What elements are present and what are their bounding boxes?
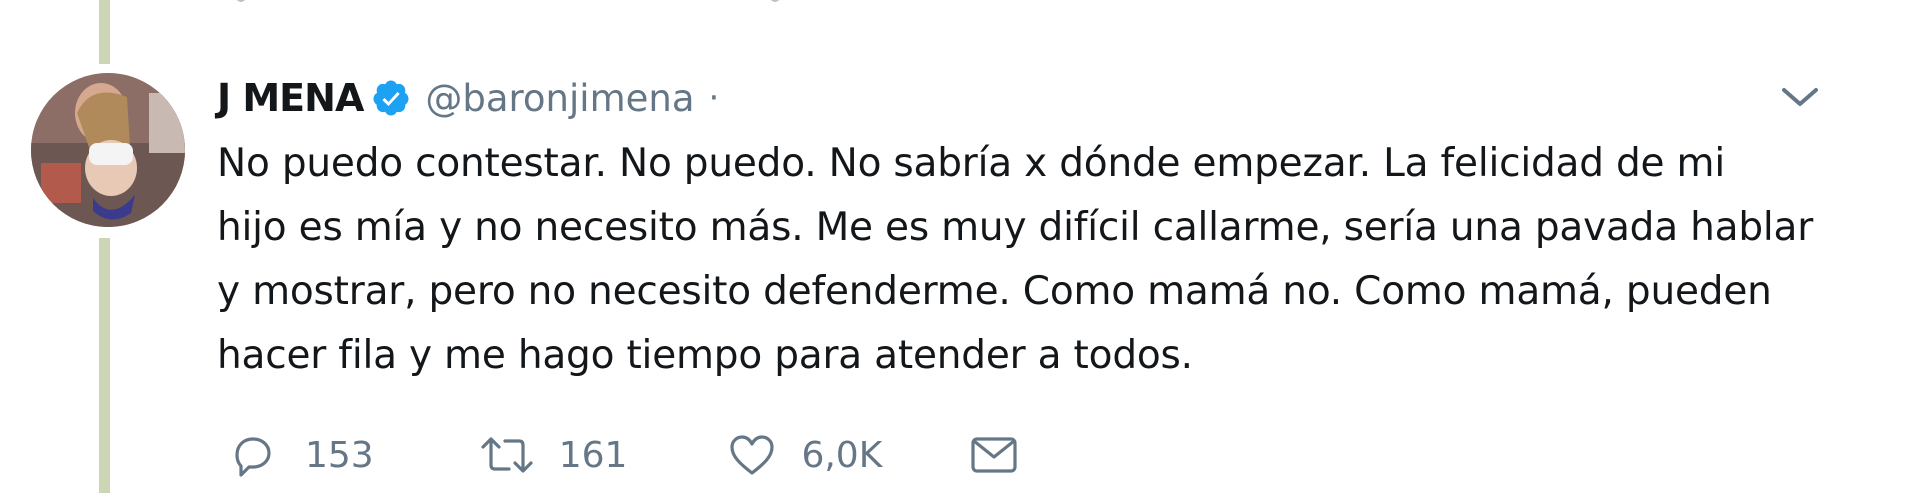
- like-button[interactable]: 6,0K: [727, 431, 882, 479]
- like-count: 6,0K: [801, 434, 883, 476]
- display-name[interactable]: J MENA: [217, 76, 364, 120]
- header-separator: ·: [708, 78, 720, 118]
- user-handle[interactable]: @baronjimena: [425, 77, 694, 120]
- direct-message-icon: [968, 431, 1020, 479]
- thread-connector-bottom: [99, 238, 110, 493]
- avatar-image: [31, 73, 185, 227]
- tweet-text-line: hijo es mía y no necesito más. Me es muy…: [217, 205, 1814, 250]
- reply-button[interactable]: 153: [227, 431, 374, 479]
- tweet-card[interactable]: J MENA @baronjimena · No puedo contestar…: [0, 0, 1920, 493]
- verified-badge-icon: [371, 78, 411, 118]
- tweet-text-line: No puedo contestar. No puedo. No sabría …: [217, 141, 1725, 186]
- tweet-text-line: hacer fila y me hago tiempo para atender…: [217, 333, 1193, 378]
- avatar[interactable]: [31, 73, 185, 227]
- retweet-button[interactable]: 161: [479, 431, 628, 479]
- previous-tweet-action-hint: [770, 0, 780, 2]
- retweet-icon: [479, 431, 535, 479]
- thread-connector-top: [99, 0, 110, 64]
- retweet-count: 161: [558, 434, 628, 476]
- reply-icon: [227, 431, 275, 479]
- like-icon: [727, 431, 777, 479]
- tweet-text-line: y mostrar, pero no necesito defenderme. …: [217, 269, 1772, 314]
- tweet-actions: 153 161 6,0K: [227, 428, 1020, 482]
- tweet-header: J MENA @baronjimena ·: [217, 70, 719, 126]
- direct-message-button[interactable]: [968, 431, 1020, 479]
- tweet-text: No puedo contestar. No puedo. No sabría …: [217, 132, 1857, 388]
- chevron-down-icon[interactable]: [1780, 82, 1820, 112]
- reply-count: 153: [305, 434, 374, 476]
- previous-tweet-action-hint: [236, 0, 246, 2]
